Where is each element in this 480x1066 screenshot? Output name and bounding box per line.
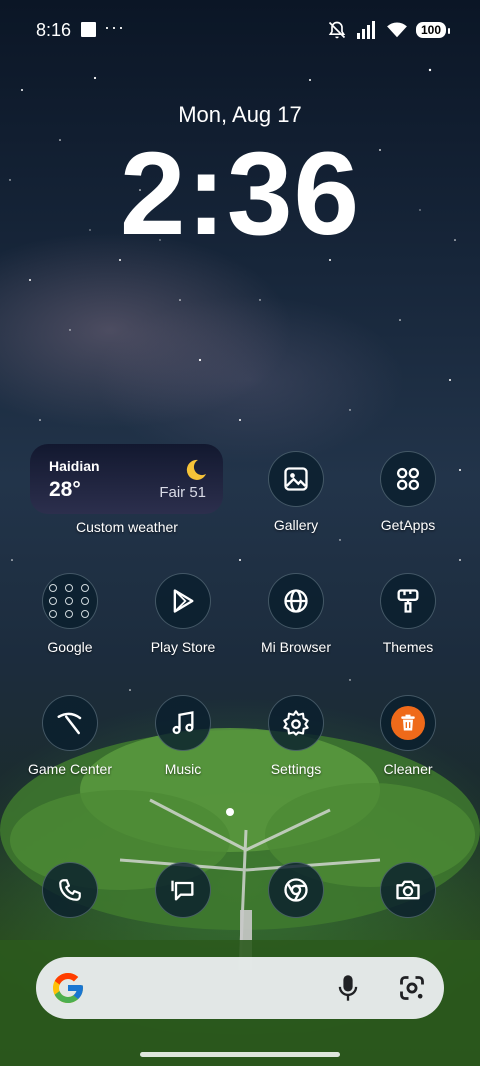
- page-indicator-dot: [226, 808, 234, 816]
- status-icons: 100: [326, 20, 451, 40]
- battery-icon: 100: [415, 22, 451, 38]
- chrome-button[interactable]: [268, 862, 324, 918]
- signal-icon: [356, 21, 375, 39]
- game-center-button[interactable]: [42, 695, 98, 751]
- chrome-icon: [284, 878, 308, 902]
- folder-icon: [49, 584, 91, 618]
- app-label: Game Center: [27, 761, 113, 777]
- mute-icon: [328, 21, 346, 39]
- app-themes[interactable]: Themes: [352, 573, 464, 655]
- themes-button[interactable]: [380, 573, 436, 629]
- microphone-icon[interactable]: [334, 973, 362, 1003]
- getapps-icon: [396, 467, 420, 491]
- mi-browser-button[interactable]: [268, 573, 324, 629]
- wifi-icon: [387, 22, 407, 38]
- date-text: Mon, Aug 17: [178, 102, 302, 127]
- app-music[interactable]: Music: [127, 695, 239, 777]
- clock-time[interactable]: 2:36: [0, 129, 480, 260]
- app-label: Play Store: [150, 639, 216, 655]
- more-notifications-indicator: ···: [104, 17, 125, 37]
- cleaner-badge: [391, 706, 425, 740]
- lens-icon[interactable]: [398, 974, 426, 1002]
- notification-square-icon: [81, 22, 96, 37]
- app-label: Settings: [270, 761, 322, 777]
- play-store-button[interactable]: [155, 573, 211, 629]
- app-cleaner[interactable]: Cleaner: [352, 695, 464, 777]
- game-center-icon: [57, 712, 82, 735]
- cleaner-button[interactable]: [380, 695, 436, 751]
- gear-icon: [283, 710, 309, 736]
- app-label: Themes: [382, 639, 434, 655]
- app-mi-browser[interactable]: Mi Browser: [240, 573, 352, 655]
- app-label: Cleaner: [383, 761, 433, 777]
- music-note-icon: [172, 711, 194, 735]
- messages-icon: [171, 880, 194, 901]
- gesture-navigation-bar[interactable]: [140, 1052, 340, 1057]
- status-time: 8:16: [36, 20, 72, 40]
- app-getapps[interactable]: GetApps: [352, 451, 464, 533]
- google-g-icon: [53, 973, 83, 1003]
- google-folder-button[interactable]: [42, 573, 98, 629]
- weather-condition: Fair 51: [159, 484, 206, 501]
- app-game-center[interactable]: Game Center: [14, 695, 126, 777]
- app-label: Music: [164, 761, 202, 777]
- app-label: Gallery: [273, 517, 319, 533]
- dock-messages[interactable]: [127, 862, 239, 918]
- getapps-button[interactable]: [380, 451, 436, 507]
- globe-icon: [284, 589, 308, 613]
- music-button[interactable]: [155, 695, 211, 751]
- app-label: Mi Browser: [260, 639, 331, 655]
- phone-button[interactable]: [42, 862, 98, 918]
- dock-camera[interactable]: [352, 862, 464, 918]
- google-search-bar[interactable]: [36, 957, 444, 1019]
- weather-temperature: 28°: [49, 478, 81, 501]
- moon-icon: [186, 459, 206, 480]
- gallery-button[interactable]: [268, 451, 324, 507]
- camera-icon: [396, 880, 420, 900]
- gallery-icon: [284, 467, 308, 491]
- trash-icon: [401, 714, 415, 731]
- weather-widget-label: Custom weather: [76, 519, 178, 535]
- weather-city: Haidian: [49, 458, 100, 474]
- app-gallery[interactable]: Gallery: [240, 451, 352, 533]
- paint-brush-icon: [397, 589, 419, 613]
- weather-widget[interactable]: Haidian 28° Fair 51: [30, 444, 223, 514]
- app-google-folder[interactable]: Google: [14, 573, 126, 655]
- camera-button[interactable]: [380, 862, 436, 918]
- settings-button[interactable]: [268, 695, 324, 751]
- play-store-icon: [173, 589, 194, 613]
- dock-phone[interactable]: [14, 862, 126, 918]
- phone-icon: [59, 879, 81, 901]
- app-label: Google: [47, 639, 93, 655]
- dock-chrome[interactable]: [240, 862, 352, 918]
- app-settings[interactable]: Settings: [240, 695, 352, 777]
- app-label: GetApps: [380, 517, 436, 533]
- messages-button[interactable]: [155, 862, 211, 918]
- status-bar: 8:16 ··· 100: [0, 0, 480, 60]
- app-play-store[interactable]: Play Store: [127, 573, 239, 655]
